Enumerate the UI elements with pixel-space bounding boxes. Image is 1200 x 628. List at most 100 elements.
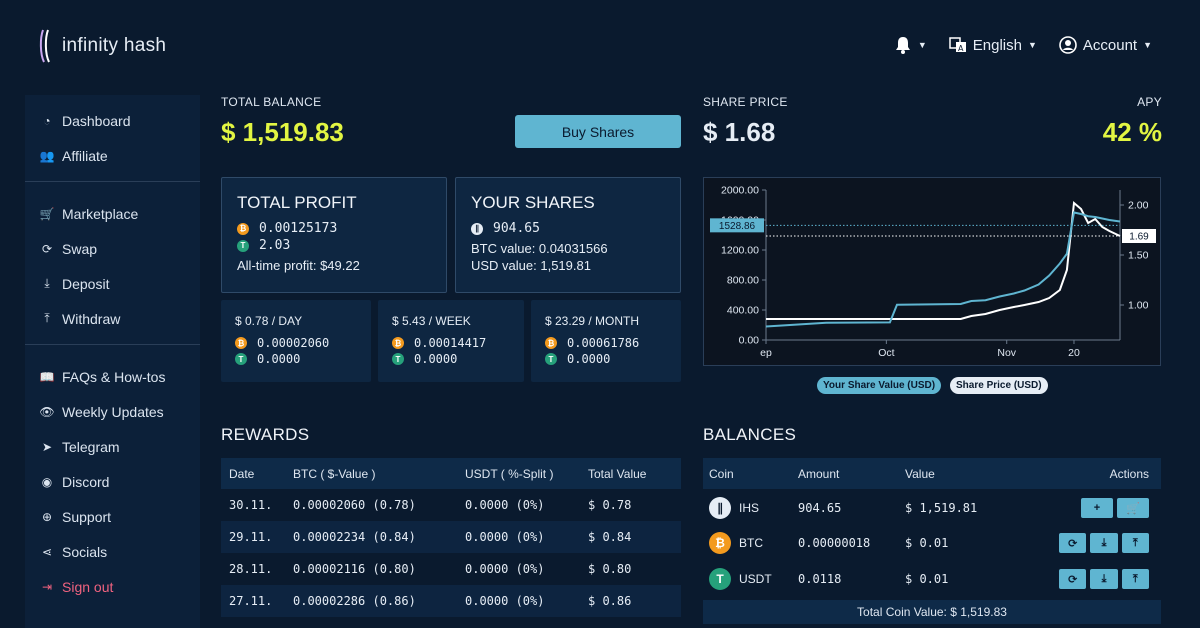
sidebar-item-label: Dashboard <box>62 112 131 129</box>
total-profit-btc-row: ₿ 0.00125173 <box>237 221 431 236</box>
reward-btc: 0.00002234 (0.84) <box>293 530 416 544</box>
swap-usdt-button[interactable]: ⟳ <box>1059 569 1087 589</box>
brand-name: infinity hash <box>62 35 167 56</box>
brand-logo[interactable]: infinity hash <box>38 28 166 64</box>
users-icon: 👥 <box>39 148 55 163</box>
chart-x-tick-label: ep <box>760 347 772 359</box>
reward-usdt: 0.0000 (0%) <box>465 498 545 512</box>
col-amount: Amount <box>798 466 840 481</box>
user-circle-icon <box>1059 36 1077 54</box>
chart-highlight-right-label: 1.69 <box>1129 232 1149 243</box>
total-profit-btc: 0.00125173 <box>259 221 338 236</box>
chart-x-tick-label: Nov <box>997 347 1016 359</box>
chart-right-tick-label: 1.00 <box>1128 300 1149 312</box>
sidebar-item-withdraw[interactable]: ⤒ Withdraw <box>25 301 200 336</box>
coin-amount: 0.00000018 <box>798 536 871 550</box>
sidebar-item-socials[interactable]: ⋖ Socials <box>25 534 200 569</box>
buy-shares-button[interactable]: Buy Shares <box>515 115 681 148</box>
sidebar-item-weekly-updates[interactable]: 👁 Weekly Updates <box>25 394 200 429</box>
marketplace-ihs-button[interactable]: 🛒 <box>1117 498 1149 518</box>
chart-series-share-price <box>766 201 1121 320</box>
coin-value: $ 1,519.81 <box>905 501 978 515</box>
buy-ihs-button[interactable]: + <box>1081 498 1113 518</box>
sidebar-item-marketplace[interactable]: 🛒 Marketplace <box>25 196 200 231</box>
period-btc: 0.00014417 <box>414 336 487 350</box>
cart-icon: 🛒 <box>39 206 55 221</box>
sidebar-item-swap[interactable]: ⟳ Swap <box>25 231 200 266</box>
sidebar-item-label: Telegram <box>62 438 120 455</box>
notifications-menu[interactable]: ▼ <box>894 36 927 54</box>
btc-icon: ₿ <box>235 337 247 349</box>
legend-share-value[interactable]: Your Share Value (USD) <box>817 377 942 394</box>
chart-left-tick-label: 0.00 <box>739 335 760 347</box>
period-usdt-row: T 0.0000 <box>545 352 667 366</box>
share-price-chart[interactable]: 0.00400.00800.001200.001600.002000.001.0… <box>703 177 1161 366</box>
sidebar-item-affiliate[interactable]: 👥 Affiliate <box>25 138 200 173</box>
chart-right-tick-label: 2.00 <box>1128 200 1149 212</box>
chart-left-tick-label: 800.00 <box>727 275 759 287</box>
usd-value: USD value: 1,519.81 <box>471 258 591 273</box>
col-coin: Coin <box>709 466 734 481</box>
col-total: Total Value <box>588 466 647 481</box>
col-btc: BTC ( $-Value ) <box>293 466 376 481</box>
eye-icon: 👁 <box>39 404 55 419</box>
swap-btc-button[interactable]: ⟳ <box>1059 533 1087 553</box>
usdt-icon: T <box>392 353 404 365</box>
sidebar-group-wallet: 🛒 Marketplace ⟳ Swap ⤓ Deposit ⤒ Withdraw <box>25 182 200 344</box>
reward-date: 28.11. <box>229 562 273 576</box>
sidebar-item-sign-out[interactable]: ⇥ Sign out <box>25 569 200 604</box>
usdt-icon: T <box>709 568 731 590</box>
apy-label: APY <box>1137 95 1162 109</box>
account-menu[interactable]: Account ▼ <box>1059 36 1152 54</box>
swap-icon: ⟳ <box>1068 537 1078 550</box>
col-date: Date <box>229 466 255 481</box>
period-btc: 0.00061786 <box>567 336 640 350</box>
upload-icon: ⤒ <box>44 311 50 325</box>
total-profit-usdt: 2.03 <box>259 238 291 253</box>
sidebar-item-faqs[interactable]: 📖 FAQs & How-tos <box>25 359 200 394</box>
swap-icon: ⟳ <box>41 241 53 256</box>
coin-cell: ₿ BTC <box>703 532 798 554</box>
rewards-table: Date BTC ( $-Value ) USDT ( %-Split ) To… <box>221 458 681 617</box>
chart-x-tick-label: 20 <box>1068 347 1080 359</box>
ihs-icon: ∥ <box>709 497 731 519</box>
period-usdt-row: T 0.0000 <box>235 352 357 366</box>
sidebar-item-support[interactable]: ⊕ Support <box>25 499 200 534</box>
sidebar-item-dashboard[interactable]: ◔ Dashboard <box>25 103 200 138</box>
sidebar-item-telegram[interactable]: ➤ Telegram <box>25 429 200 464</box>
dashboard-icon: ◔ <box>43 113 51 128</box>
reward-row: 28.11. 0.00002116 (0.80) 0.0000 (0%) $ 0.80 <box>221 553 681 585</box>
chevron-down-icon: ▼ <box>1143 40 1152 50</box>
reward-usdt: 0.0000 (0%) <box>465 562 545 576</box>
period-btc-row: ₿ 0.00014417 <box>392 336 510 350</box>
sidebar-item-label: Deposit <box>62 275 110 292</box>
infinity-hash-logo-icon <box>39 29 50 63</box>
reward-date: 29.11. <box>229 530 273 544</box>
download-icon: ⤓ <box>1101 572 1107 585</box>
legend-share-price[interactable]: Share Price (USD) <box>950 377 1048 394</box>
language-menu[interactable]: A English ▼ <box>949 36 1037 54</box>
chart-x-tick-label: Oct <box>878 347 894 359</box>
period-label: $ 5.43 / WEEK <box>392 314 471 328</box>
reward-total: $ 0.86 <box>588 594 632 608</box>
coin-name: IHS <box>739 501 760 515</box>
upload-icon: ⤒ <box>1132 536 1138 549</box>
header-actions: ▼ A English ▼ Account ▼ <box>894 36 1152 54</box>
alltime-profit: All-time profit: $49.22 <box>237 258 360 273</box>
deposit-btc-button[interactable]: ⤓ <box>1090 533 1118 553</box>
sidebar-item-discord[interactable]: ◉ Discord <box>25 464 200 499</box>
reward-total: $ 0.84 <box>588 530 632 544</box>
col-value: Value <box>905 466 935 481</box>
share-price-label: SHARE PRICE <box>703 95 788 109</box>
account-label: Account <box>1082 36 1138 54</box>
deposit-usdt-button[interactable]: ⤓ <box>1090 569 1118 589</box>
book-icon: 📖 <box>39 369 55 384</box>
period-label: $ 0.78 / DAY <box>235 314 303 328</box>
svg-text:A: A <box>958 44 964 53</box>
reward-usdt: 0.0000 (0%) <box>465 594 545 608</box>
balance-row-btc: ₿ BTC 0.00000018 $ 0.01 ⟳ ⤓ ⤒ <box>703 525 1161 561</box>
cart-icon: 🛒 <box>1126 502 1140 515</box>
withdraw-btc-button[interactable]: ⤒ <box>1121 533 1149 553</box>
sidebar-item-deposit[interactable]: ⤓ Deposit <box>25 266 200 301</box>
withdraw-usdt-button[interactable]: ⤒ <box>1121 569 1149 589</box>
